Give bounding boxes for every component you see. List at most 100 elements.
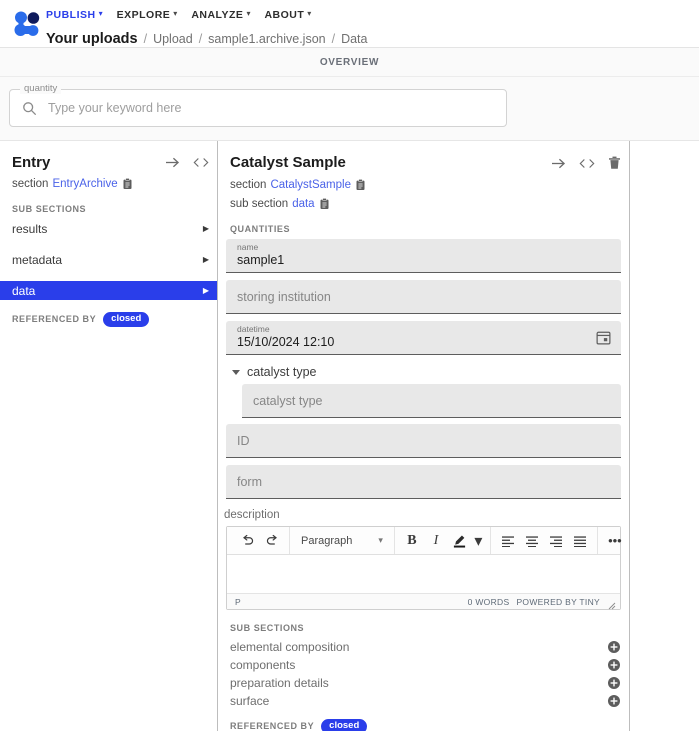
catalyst-type-group-body: catalyst type <box>226 384 621 418</box>
catalyst-panel-actions <box>551 154 621 175</box>
section-link-entryarchive[interactable]: EntryArchive <box>52 178 117 190</box>
nav-item-publish[interactable]: PUBLISH ▾ <box>46 9 103 21</box>
code-brackets-icon[interactable] <box>193 156 209 174</box>
nav-item-analyze[interactable]: ANALYZE ▾ <box>191 9 250 21</box>
align-justify-icon[interactable] <box>568 530 592 552</box>
arrow-right-icon[interactable] <box>165 156 180 174</box>
sidebar-item-results[interactable]: results ▶ <box>0 219 217 238</box>
chevron-right-icon: ▶ <box>202 255 209 264</box>
plus-circle-icon[interactable] <box>608 676 620 689</box>
editor-toolbar: Paragraph ▾ B I ▾ ••• <box>227 527 622 555</box>
breadcrumb-root[interactable]: Your uploads <box>46 31 138 47</box>
tiny-branding[interactable]: POWERED BY TINY <box>516 597 600 607</box>
field-datetime[interactable]: datetime 15/10/2024 12:10 <box>226 321 621 355</box>
catalyst-section-meta: section CatalystSample <box>218 175 629 191</box>
align-center-icon[interactable] <box>520 530 544 552</box>
status-badge[interactable]: closed <box>321 719 368 731</box>
field-label: datetime <box>237 324 270 334</box>
referenced-by-label: REFERENCED BY <box>12 314 97 325</box>
editor-element-path[interactable]: P <box>235 597 241 607</box>
chevron-down-icon: ▾ <box>378 535 383 545</box>
italic-button[interactable]: I <box>424 530 448 552</box>
text-color-icon[interactable] <box>448 530 472 552</box>
catalyst-type-group-toggle[interactable]: catalyst type <box>226 362 621 384</box>
triangle-down-icon <box>232 369 240 375</box>
align-left-icon[interactable] <box>496 530 520 552</box>
code-brackets-icon[interactable] <box>579 157 595 175</box>
nomad-logo-icon[interactable] <box>8 0 46 48</box>
field-storing-institution[interactable]: storing institution <box>226 280 621 314</box>
catalyst-sample-panel: Catalyst Sample section CatalystSample s… <box>218 141 630 731</box>
section-label: section <box>230 179 267 191</box>
top-bar-content: PUBLISH ▾ EXPLORE ▾ ANALYZE ▾ ABOUT ▾ Yo… <box>46 0 367 47</box>
sub-section-link-data[interactable]: data <box>292 198 314 210</box>
editor-history-group <box>231 527 290 554</box>
sub-section-components[interactable]: components <box>218 656 629 673</box>
content-body: Entry section EntryArchive SUB SECTIONS … <box>0 140 699 731</box>
sub-section-preparation-details[interactable]: preparation details <box>218 674 629 691</box>
app-root: PUBLISH ▾ EXPLORE ▾ ANALYZE ▾ ABOUT ▾ Yo… <box>0 0 699 731</box>
sub-section-surface[interactable]: surface <box>218 692 629 709</box>
calendar-icon[interactable] <box>596 330 611 350</box>
field-name[interactable]: name sample1 <box>226 239 621 273</box>
search-box[interactable]: quantity <box>9 83 507 127</box>
arrow-right-icon[interactable] <box>551 157 566 175</box>
undo-icon[interactable] <box>236 530 260 552</box>
editor-content-area[interactable] <box>227 555 620 593</box>
breadcrumb-item-data[interactable]: Data <box>341 32 367 46</box>
entry-referenced-by: REFERENCED BY closed <box>0 300 217 327</box>
status-badge[interactable]: closed <box>103 312 150 327</box>
breadcrumb-item-file[interactable]: sample1.archive.json <box>208 32 325 46</box>
bold-button[interactable]: B <box>400 530 424 552</box>
clipboard-icon[interactable] <box>319 198 330 210</box>
entry-sub-sections-label: SUB SECTIONS <box>12 204 87 214</box>
field-catalyst-type[interactable]: catalyst type <box>242 384 621 418</box>
section-link-catalystsample[interactable]: CatalystSample <box>270 179 351 191</box>
tab-overview[interactable]: OVERVIEW <box>320 57 379 68</box>
plus-circle-icon[interactable] <box>608 658 620 671</box>
editor-style-group: B I ▾ <box>395 527 491 554</box>
search-input[interactable] <box>48 90 478 126</box>
editor-block-format-group: Paragraph ▾ <box>290 527 395 554</box>
nav-item-explore[interactable]: EXPLORE ▾ <box>117 9 178 21</box>
clipboard-icon[interactable] <box>355 179 366 191</box>
catalyst-subsection-meta: sub section data <box>218 191 629 210</box>
sub-section-label: components <box>230 657 296 672</box>
nav-item-about[interactable]: ABOUT ▾ <box>264 9 311 21</box>
trash-icon[interactable] <box>608 156 621 175</box>
chevron-down-icon: ▾ <box>98 9 103 18</box>
sidebar-item-label: metadata <box>12 252 63 267</box>
align-right-icon[interactable] <box>544 530 568 552</box>
breadcrumb-separator: / <box>331 32 336 46</box>
referenced-by-label: REFERENCED BY <box>230 721 315 731</box>
word-count[interactable]: 0 WORDS <box>468 597 510 607</box>
field-placeholder: storing institution <box>237 289 331 304</box>
field-placeholder: ID <box>237 433 250 448</box>
redo-icon[interactable] <box>260 530 284 552</box>
plus-circle-icon[interactable] <box>608 640 620 653</box>
sidebar-item-data[interactable]: data ▶ <box>0 281 217 300</box>
field-form[interactable]: form <box>226 465 621 499</box>
description-label: description <box>224 509 280 521</box>
sidebar-item-metadata[interactable]: metadata ▶ <box>0 250 217 269</box>
text-color-chevron-down-icon[interactable]: ▾ <box>472 530 485 552</box>
catalyst-panel-header: Catalyst Sample <box>218 154 629 175</box>
entry-panel-actions <box>165 154 209 174</box>
more-options-icon[interactable]: ••• <box>603 530 627 552</box>
nav-item-label: ANALYZE <box>191 9 244 21</box>
search-bar-container: quantity <box>0 77 699 140</box>
block-format-value: Paragraph <box>301 534 353 547</box>
main-sub-sections-label: SUB SECTIONS <box>230 623 305 633</box>
field-id[interactable]: ID <box>226 424 621 458</box>
sub-section-label: sub section <box>230 198 289 210</box>
clipboard-icon[interactable] <box>122 178 133 190</box>
plus-circle-icon[interactable] <box>608 694 620 707</box>
sub-section-elemental-composition[interactable]: elemental composition <box>218 638 629 655</box>
block-format-select[interactable]: Paragraph ▾ <box>295 535 389 547</box>
entry-panel-title: Entry <box>12 154 51 171</box>
overview-tab-strip: OVERVIEW <box>0 48 699 77</box>
breadcrumb-item-upload[interactable]: Upload <box>153 32 193 46</box>
breadcrumb: Your uploads / Upload / sample1.archive.… <box>46 31 367 47</box>
resize-grip-icon[interactable] <box>607 597 616 610</box>
field-value: sample1 <box>237 253 285 267</box>
